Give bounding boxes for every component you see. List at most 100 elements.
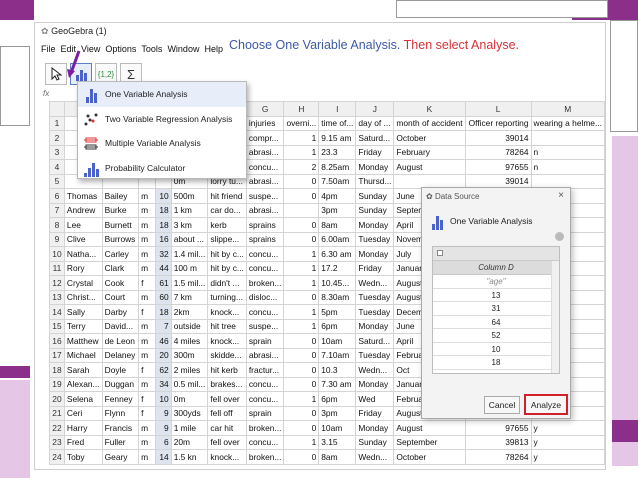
table-cell[interactable]: 0 xyxy=(283,405,320,421)
table-cell[interactable]: m xyxy=(138,217,157,233)
table-cell[interactable]: 44 xyxy=(155,260,172,276)
table-cell[interactable]: 39014 xyxy=(464,130,532,146)
table-cell[interactable]: suspe... xyxy=(245,318,285,334)
table-cell[interactable]: abrasi... xyxy=(245,347,285,363)
table-cell[interactable]: compr... xyxy=(245,130,285,146)
table-cell[interactable]: 32 xyxy=(155,246,172,262)
menu-item-probability-calculator[interactable]: Probability Calculator xyxy=(78,156,246,181)
table-cell[interactable]: 78264 xyxy=(464,144,532,160)
table-cell[interactable]: September xyxy=(393,434,466,450)
table-cell[interactable]: Sally xyxy=(63,304,103,320)
table-cell[interactable]: 2km xyxy=(170,304,209,320)
data-cell[interactable]: 10 xyxy=(433,343,559,356)
table-cell[interactable]: Delaney xyxy=(101,347,140,363)
column-header[interactable]: G xyxy=(245,101,285,117)
table-cell[interactable]: Sunday xyxy=(355,434,395,450)
table-cell[interactable]: Friday xyxy=(355,405,395,421)
table-cell[interactable]: fractur... xyxy=(245,362,285,378)
table-cell[interactable]: 0 xyxy=(283,333,320,349)
table-cell[interactable]: abrasi... xyxy=(245,144,285,160)
table-cell[interactable]: hit by c... xyxy=(207,246,247,262)
row-header[interactable]: 11 xyxy=(49,260,65,276)
table-cell[interactable]: fell over xyxy=(207,434,247,450)
analyze-button[interactable]: Analyze xyxy=(524,394,568,415)
column-header[interactable]: M xyxy=(530,101,605,117)
table-cell[interactable]: 39813 xyxy=(464,434,532,450)
table-cell[interactable]: Matthew xyxy=(63,333,103,349)
menu-file[interactable]: File xyxy=(41,44,56,54)
table-cell[interactable]: 6 xyxy=(155,434,172,450)
table-cell[interactable]: 3 km xyxy=(170,217,209,233)
table-cell[interactable]: 1 xyxy=(283,434,320,450)
table-cell[interactable]: Doyle xyxy=(101,362,140,378)
table-cell[interactable]: Andrew xyxy=(63,202,103,218)
row-header[interactable]: 14 xyxy=(49,304,65,320)
table-cell[interactable]: concu... xyxy=(245,159,285,175)
table-cell[interactable]: fell off xyxy=(207,405,247,421)
table-cell[interactable]: Natha... xyxy=(63,246,103,262)
table-cell[interactable]: 10.3 xyxy=(318,362,357,378)
table-cell[interactable]: wearing a helme... xyxy=(530,115,605,131)
table-cell[interactable]: disloc... xyxy=(245,289,285,305)
table-cell[interactable]: Wedn... xyxy=(355,449,395,465)
table-cell[interactable]: 300m xyxy=(170,347,209,363)
table-cell[interactable]: Saturd... xyxy=(355,333,395,349)
table-cell[interactable]: kerb xyxy=(207,217,247,233)
row-header[interactable]: 8 xyxy=(49,217,65,233)
table-cell[interactable]: sprain xyxy=(245,405,285,421)
table-cell[interactable]: Sarah xyxy=(63,362,103,378)
table-cell[interactable]: 9 xyxy=(155,420,172,436)
table-cell[interactable]: 7 xyxy=(155,318,172,334)
table-cell[interactable]: Michael xyxy=(63,347,103,363)
table-cell[interactable]: hit kerb xyxy=(207,362,247,378)
table-cell[interactable]: 14 xyxy=(155,449,172,465)
table-cell[interactable]: Burke xyxy=(101,202,140,218)
table-cell[interactable]: 2 xyxy=(283,159,320,175)
table-cell[interactable]: f xyxy=(138,304,157,320)
table-cell[interactable] xyxy=(283,202,320,218)
table-cell[interactable]: y xyxy=(530,420,605,436)
table-cell[interactable]: car hit xyxy=(207,420,247,436)
table-cell[interactable]: 0 xyxy=(283,420,320,436)
table-cell[interactable]: 0 xyxy=(283,289,320,305)
table-cell[interactable]: 10 xyxy=(155,391,172,407)
table-cell[interactable]: concu... xyxy=(245,376,285,392)
table-cell[interactable]: February xyxy=(393,144,466,160)
table-cell[interactable]: y xyxy=(530,434,605,450)
table-cell[interactable]: Saturd... xyxy=(355,130,395,146)
table-cell[interactable]: 0 xyxy=(283,376,320,392)
close-icon[interactable]: × xyxy=(558,190,564,201)
table-cell[interactable]: day of ... xyxy=(355,115,395,131)
table-cell[interactable]: 1 xyxy=(283,391,320,407)
table-cell[interactable]: broken... xyxy=(245,449,285,465)
table-cell[interactable]: 97655 xyxy=(464,159,532,175)
table-cell[interactable]: Tuesday xyxy=(355,231,395,247)
row-header[interactable]: 5 xyxy=(49,173,65,189)
table-cell[interactable]: 1 xyxy=(283,130,320,146)
table-cell[interactable]: time of... xyxy=(318,115,357,131)
table-cell[interactable]: 1.4 mil... xyxy=(170,246,209,262)
table-cell[interactable]: m xyxy=(138,188,157,204)
table-cell[interactable]: outside xyxy=(170,318,209,334)
table-cell[interactable]: m xyxy=(138,347,157,363)
table-cell[interactable]: car do... xyxy=(207,202,247,218)
table-cell[interactable]: 16 xyxy=(155,231,172,247)
table-cell[interactable]: 5pm xyxy=(318,304,357,320)
table-cell[interactable]: Monday xyxy=(355,159,395,175)
table-cell[interactable]: Sunday xyxy=(355,202,395,218)
column-header[interactable]: L xyxy=(464,101,532,117)
table-cell[interactable]: m xyxy=(138,202,157,218)
table-cell[interactable]: Monday xyxy=(355,420,395,436)
table-cell[interactable]: m xyxy=(138,289,157,305)
table-cell[interactable]: 0 xyxy=(283,188,320,204)
table-cell[interactable]: Fenney xyxy=(101,391,140,407)
table-cell[interactable]: Rory xyxy=(63,260,103,276)
table-cell[interactable]: October xyxy=(393,130,466,146)
row-header[interactable]: 24 xyxy=(49,449,65,465)
menu-item-one-variable-analysis[interactable]: One Variable Analysis xyxy=(78,82,246,107)
menu-view[interactable]: View xyxy=(81,44,100,54)
table-cell[interactable]: Ceri xyxy=(63,405,103,421)
table-cell[interactable]: Monday xyxy=(355,217,395,233)
row-header[interactable]: 18 xyxy=(49,362,65,378)
table-cell[interactable]: Burrows xyxy=(101,231,140,247)
